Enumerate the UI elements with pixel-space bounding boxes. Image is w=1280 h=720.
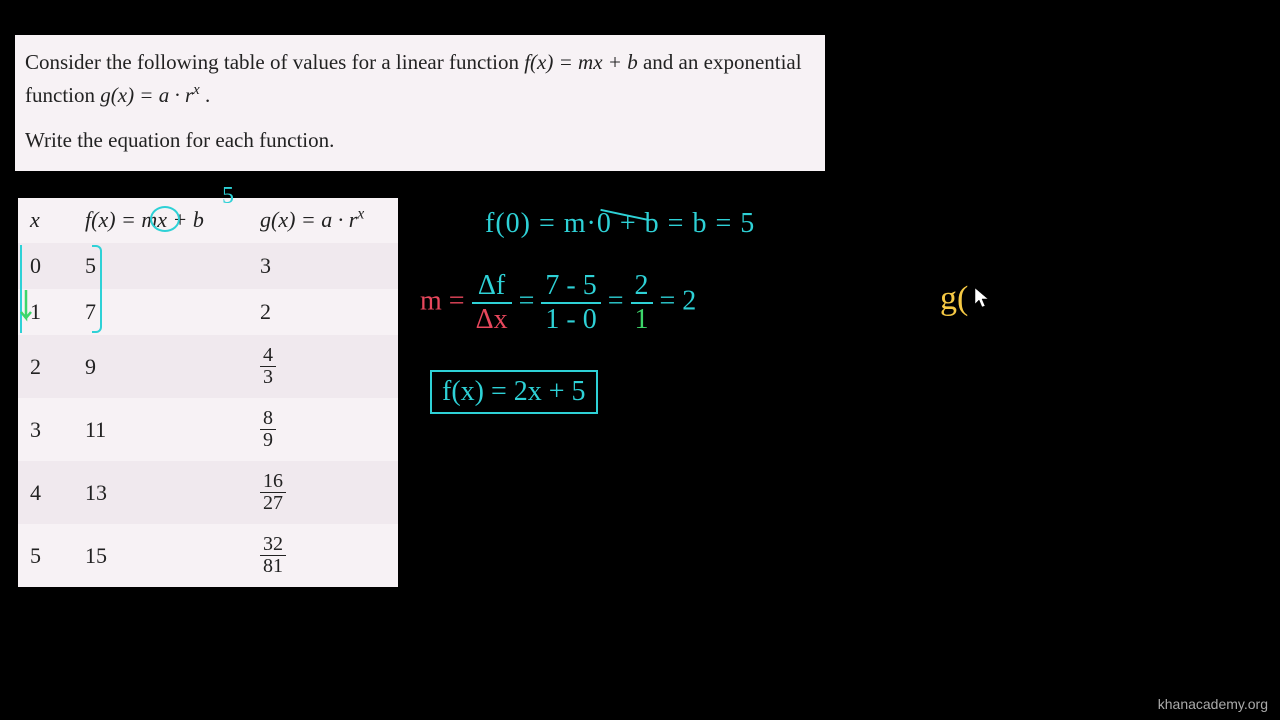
cell-fx: 9	[73, 335, 248, 398]
work-final: f(x) = 2x + 5	[430, 370, 598, 414]
cell-gx: 2	[248, 289, 398, 335]
problem-text-3: Write the equation for each function.	[25, 125, 815, 157]
boxed-answer: f(x) = 2x + 5	[430, 370, 598, 414]
table-row: 1 7 2	[18, 289, 398, 335]
watermark: khanacademy.org	[1158, 696, 1268, 712]
problem-statement: Consider the following table of values f…	[15, 35, 825, 171]
cell-fx: 11	[73, 398, 248, 461]
frac-delta: ΔfΔx	[472, 272, 512, 334]
cell-gx: 3281	[248, 524, 398, 587]
table-row: 3 11 89	[18, 398, 398, 461]
data-table: x f(x) = mx + b g(x) = a · rx 0 5 3 1 7 …	[18, 198, 398, 587]
mouse-cursor-icon	[972, 286, 992, 310]
eq-2: =	[608, 285, 631, 316]
cell-gx: 1627	[248, 461, 398, 524]
cell-gx: 43	[248, 335, 398, 398]
problem-text-1b: and an	[638, 50, 699, 74]
eq-3: = 2	[660, 285, 697, 316]
cell-gx: 3	[248, 243, 398, 289]
table-row: 4 13 1627	[18, 461, 398, 524]
table-row: 2 9 43	[18, 335, 398, 398]
problem-fx: f(x) = mx + b	[524, 50, 638, 74]
cell-x: 3	[18, 398, 73, 461]
problem-text-2b: .	[200, 83, 211, 107]
col-x-header: x	[30, 207, 40, 232]
work-g-start: g(	[940, 280, 968, 318]
arrow-down-annotation	[20, 290, 36, 335]
table-row: 5 15 3281	[18, 524, 398, 587]
cell-fx: 13	[73, 461, 248, 524]
problem-text-1a: Consider the following table of values f…	[25, 50, 524, 74]
work-line-2: m = ΔfΔx = 7 - 51 - 0 = 21 = 2	[420, 272, 696, 334]
col-gx-header: g(x) = a · rx	[260, 207, 364, 232]
annot-five: 5	[222, 183, 234, 210]
problem-gx: g(x) = a · rx	[100, 83, 199, 107]
bracket-right-annotation	[92, 245, 102, 333]
circle-m-annotation	[150, 206, 180, 232]
frac-values: 7 - 51 - 0	[541, 272, 600, 334]
eq-1: =	[519, 285, 542, 316]
cell-gx: 89	[248, 398, 398, 461]
cell-x: 4	[18, 461, 73, 524]
frac-simplified: 21	[631, 272, 653, 334]
cell-fx: 15	[73, 524, 248, 587]
cell-x: 2	[18, 335, 73, 398]
m-label: m =	[420, 285, 472, 316]
col-fx-header: f(x) = mx + b	[85, 207, 204, 232]
cell-x: 5	[18, 524, 73, 587]
table-row: 0 5 3	[18, 243, 398, 289]
